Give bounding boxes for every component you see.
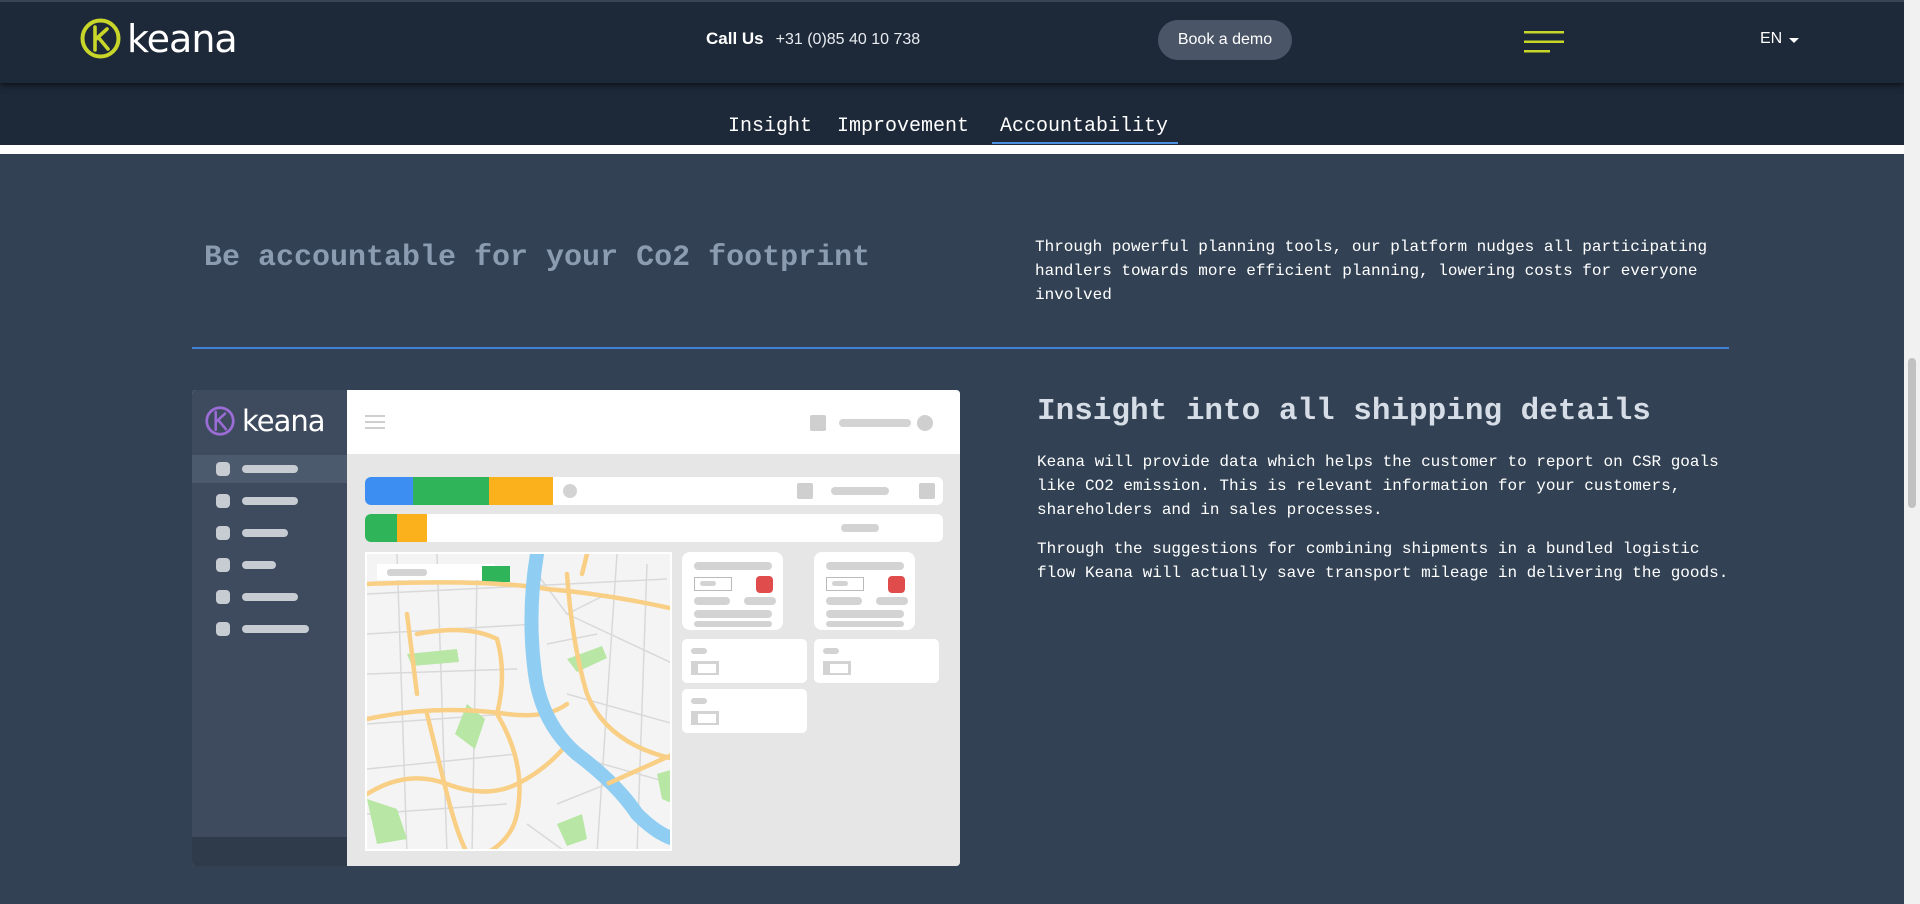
book-demo-button[interactable]: Book a demo	[1158, 20, 1292, 60]
call-us: Call Us +31 (0)85 40 10 738	[706, 29, 920, 49]
mock-card	[814, 639, 939, 683]
keana-logo-icon	[80, 18, 121, 59]
section-separator	[0, 145, 1904, 154]
logo[interactable]: keana	[80, 16, 238, 61]
mock-logo: keana	[204, 403, 326, 438]
mock-nav-item	[216, 590, 298, 604]
hamburger-menu-icon[interactable]	[1524, 31, 1564, 53]
mock-card	[814, 552, 915, 630]
site-header: keana Call Us +31 (0)85 40 10 738 Book a…	[0, 0, 1904, 83]
map-illustration	[367, 554, 670, 849]
mock-card	[682, 689, 807, 733]
dashboard-illustration: keana	[192, 390, 960, 866]
mock-placeholder-bar	[839, 419, 911, 427]
scrollbar[interactable]	[1904, 0, 1920, 904]
mock-nav-item	[216, 462, 298, 476]
mock-nav-item	[216, 622, 309, 636]
logo-text: keana	[127, 16, 238, 61]
tab-accountability[interactable]: Accountability	[1000, 117, 1168, 137]
mock-keana-logo-icon	[205, 406, 235, 436]
mock-sidebar-footer	[192, 837, 347, 866]
insight-paragraph: Through the suggestions for combining sh…	[1037, 540, 1729, 582]
mock-nav-item	[216, 526, 288, 540]
mock-sidebar: keana	[192, 390, 347, 866]
call-us-label: Call Us	[706, 29, 764, 48]
mock-nav-item	[216, 494, 298, 508]
chevron-down-icon	[1789, 37, 1800, 43]
tab-bar: Insight Improvement Accountability	[0, 83, 1904, 145]
mock-logo-text: keana	[242, 403, 326, 438]
section-description: Through powerful planning tools, our pla…	[1035, 238, 1708, 304]
mock-topbar	[347, 390, 960, 454]
mock-card	[682, 552, 783, 630]
phone-link[interactable]: +31 (0)85 40 10 738	[776, 31, 921, 49]
mock-nav-item	[216, 558, 276, 572]
tab-insight[interactable]: Insight	[728, 117, 812, 137]
insight-title: Insight into all shipping details	[1037, 394, 1651, 429]
active-tab-indicator	[992, 142, 1178, 144]
section-title: Be accountable for your Co2 footprint	[204, 241, 871, 275]
scrollbar-thumb[interactable]	[1908, 358, 1916, 508]
mock-square-icon	[810, 415, 826, 431]
mock-content	[347, 454, 960, 866]
mock-menu-icon	[365, 415, 385, 429]
mock-map	[365, 552, 672, 851]
language-selector[interactable]: EN	[1760, 30, 1800, 48]
mock-avatar	[917, 415, 933, 431]
mock-status-bar	[365, 477, 943, 505]
insight-paragraph: Keana will provide data which helps the …	[1037, 453, 1719, 519]
language-label: EN	[1760, 30, 1783, 47]
tab-improvement[interactable]: Improvement	[837, 117, 969, 137]
divider	[192, 347, 1729, 349]
mock-card	[682, 639, 807, 683]
mock-status-bar	[365, 514, 943, 542]
